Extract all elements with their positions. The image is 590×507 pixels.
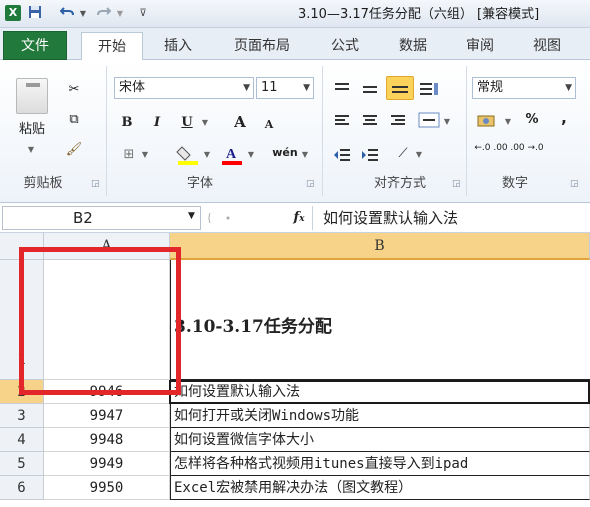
row-header-4[interactable]: 4 xyxy=(0,428,44,452)
align-bottom-button[interactable] xyxy=(386,76,414,100)
align-top-icon[interactable] xyxy=(332,80,352,98)
fill-color-dropdown-icon[interactable]: ▼ xyxy=(202,145,212,165)
decrease-decimal-button[interactable]: .00 →.0 xyxy=(510,143,544,154)
tab-file[interactable]: 文件 xyxy=(3,31,67,60)
format-painter-icon[interactable]: 🖌 xyxy=(62,140,86,160)
red-annotation-box xyxy=(19,247,181,395)
paste-icon[interactable] xyxy=(16,78,48,114)
table-cell-a[interactable]: 9949 xyxy=(44,452,170,476)
table-cell-b[interactable]: 怎样将各种格式视频用itunes直接导入到ipad xyxy=(170,452,590,476)
clipboard-launcher-icon[interactable]: ◲ xyxy=(91,179,101,189)
tab-view[interactable]: 视图 xyxy=(522,32,572,60)
font-size-value: 11 xyxy=(261,80,278,95)
grow-font-button[interactable]: A xyxy=(232,112,248,132)
row-header-6[interactable]: 6 xyxy=(0,476,44,500)
number-format-value: 常规 xyxy=(477,80,504,95)
undo-icon[interactable] xyxy=(58,5,76,22)
tab-data[interactable]: 数据 xyxy=(388,32,438,60)
font-size-combo[interactable]: 11 ▼ xyxy=(256,77,314,99)
sheet-title: 3.10-3.17任务分配 xyxy=(174,317,332,337)
align-left-icon[interactable] xyxy=(332,112,352,130)
svg-text:A: A xyxy=(226,147,237,162)
merge-center-icon[interactable] xyxy=(418,111,440,129)
chevron-down-icon: ▼ xyxy=(565,83,572,93)
paste-dropdown-icon[interactable]: ▼ xyxy=(24,140,38,160)
table-cell-a[interactable]: 9950 xyxy=(44,476,170,500)
align-center-icon[interactable] xyxy=(360,112,380,130)
table-cell-b[interactable]: 如何设置微信字体大小 xyxy=(170,428,590,452)
group-divider xyxy=(322,66,323,196)
alignment-group-label: 对齐方式 xyxy=(373,176,426,191)
group-divider xyxy=(106,66,107,196)
tab-formulas[interactable]: 公式 xyxy=(320,32,370,60)
table-cell-a[interactable]: 9947 xyxy=(44,404,170,428)
copy-icon[interactable]: ⧉ xyxy=(62,110,86,130)
merge-dropdown-icon[interactable]: ▼ xyxy=(442,112,452,132)
table-cell-a[interactable]: 9948 xyxy=(44,428,170,452)
increase-decimal-button[interactable]: ←.0 .00 xyxy=(474,143,508,154)
increase-indent-icon[interactable] xyxy=(360,146,380,164)
name-box-dropdown-icon[interactable]: ▼ xyxy=(188,211,195,221)
group-divider xyxy=(466,66,467,196)
italic-button[interactable]: I xyxy=(148,113,166,133)
text-direction-dropdown-icon[interactable]: ▼ xyxy=(414,145,424,165)
align-right-icon[interactable] xyxy=(388,112,408,130)
font-launcher-icon[interactable]: ◲ xyxy=(306,179,316,189)
table-cell-b[interactable]: Excel宏被禁用解决办法（图文教程） xyxy=(170,476,590,500)
formula-input[interactable]: 如何设置默认输入法 xyxy=(312,206,590,230)
window-title: 3.10—3.17任务分配（六组） [兼容模式] xyxy=(298,7,540,22)
tab-review[interactable]: 审阅 xyxy=(455,32,505,60)
currency-dropdown-icon[interactable]: ▼ xyxy=(503,112,513,132)
font-color-button[interactable]: A xyxy=(220,144,244,166)
alignment-launcher-icon[interactable]: ◲ xyxy=(452,179,462,189)
tab-page-layout[interactable]: 页面布局 xyxy=(222,32,302,60)
table-cell-b[interactable]: 如何打开或关闭Windows功能 xyxy=(170,404,590,428)
chevron-down-icon: ▼ xyxy=(303,83,310,93)
tab-home[interactable]: 开始 xyxy=(81,32,143,61)
borders-dropdown-icon[interactable]: ▼ xyxy=(140,145,150,165)
formula-bar-resize-handle[interactable] xyxy=(206,209,232,227)
borders-icon[interactable]: ⊞ xyxy=(118,145,140,165)
phonetic-dropdown-icon[interactable]: ▼ xyxy=(300,145,310,165)
clipboard-group-label: 剪贴板 xyxy=(23,176,63,191)
underline-button[interactable]: U xyxy=(178,113,196,133)
shrink-font-button[interactable]: A xyxy=(262,115,276,135)
customize-qat-icon[interactable]: ⊽ xyxy=(136,5,150,22)
orientation-icon[interactable] xyxy=(418,80,440,98)
redo-dropdown-icon[interactable]: ▼ xyxy=(115,5,125,22)
active-cell-selection xyxy=(169,380,590,404)
redo-icon[interactable] xyxy=(95,5,113,22)
font-name-combo[interactable]: 宋体 ▼ xyxy=(114,77,254,99)
decrease-indent-icon[interactable] xyxy=(332,146,352,164)
text-direction-icon[interactable]: ⟋ xyxy=(392,144,414,164)
name-box[interactable]: B2 xyxy=(2,206,201,230)
number-group-label: 数字 xyxy=(501,176,528,191)
percent-button[interactable]: % xyxy=(522,110,542,130)
underline-dropdown-icon[interactable]: ▼ xyxy=(200,113,210,133)
font-group-label: 字体 xyxy=(186,176,213,191)
number-launcher-icon[interactable]: ◲ xyxy=(570,179,580,189)
font-name-value: 宋体 xyxy=(119,80,146,95)
save-icon[interactable] xyxy=(26,5,44,22)
phonetic-guide-button[interactable]: wén xyxy=(270,143,300,163)
bold-button[interactable]: B xyxy=(118,113,136,133)
cut-icon[interactable]: ✂ xyxy=(64,80,84,100)
paste-button[interactable]: 粘贴 xyxy=(12,120,52,140)
fill-color-button[interactable] xyxy=(176,144,200,166)
undo-dropdown-icon[interactable]: ▼ xyxy=(78,5,88,22)
font-color-dropdown-icon[interactable]: ▼ xyxy=(246,145,256,165)
row-header-5[interactable]: 5 xyxy=(0,452,44,476)
tab-insert[interactable]: 插入 xyxy=(153,32,203,60)
number-format-combo[interactable]: 常规 ▼ xyxy=(472,77,576,99)
excel-app-icon[interactable]: X xyxy=(5,5,21,21)
row-header-3[interactable]: 3 xyxy=(0,404,44,428)
column-header-b[interactable]: B xyxy=(170,233,590,260)
currency-icon[interactable] xyxy=(476,112,500,130)
insert-function-button[interactable]: fx xyxy=(288,207,310,229)
align-middle-icon[interactable] xyxy=(360,80,380,98)
chevron-down-icon: ▼ xyxy=(243,83,250,93)
comma-style-button[interactable]: , xyxy=(556,108,572,128)
